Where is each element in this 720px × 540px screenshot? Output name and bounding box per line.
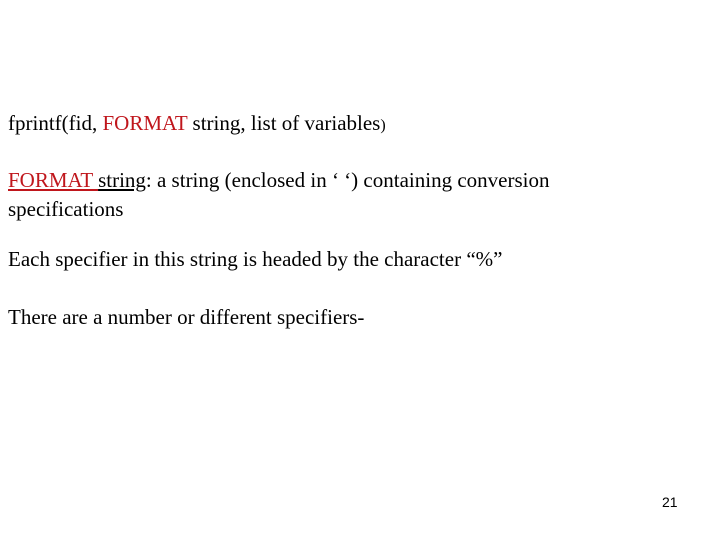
specifier-intro: There are a number or different specifie… [8, 305, 365, 329]
syntax-line: fprintf(fid, FORMAT string, list of vari… [8, 110, 386, 139]
format-definition-line: FORMAT string: a string (enclosed in ‘ ‘… [8, 167, 549, 193]
format-term: FORMAT [8, 168, 99, 192]
definition-text: : a string (enclosed in ‘ ‘) containing … [145, 168, 550, 192]
format-keyword: FORMAT [102, 111, 188, 135]
string-term: string [98, 168, 146, 192]
page-number: 21 [662, 494, 678, 510]
closing-paren: ) [380, 117, 386, 134]
specifier-note: Each specifier in this string is headed … [8, 247, 503, 271]
syntax-suffix: string, list of variables [187, 111, 381, 135]
definition-continuation: specifications [8, 197, 124, 221]
syntax-prefix: fprintf(fid, [8, 111, 103, 135]
